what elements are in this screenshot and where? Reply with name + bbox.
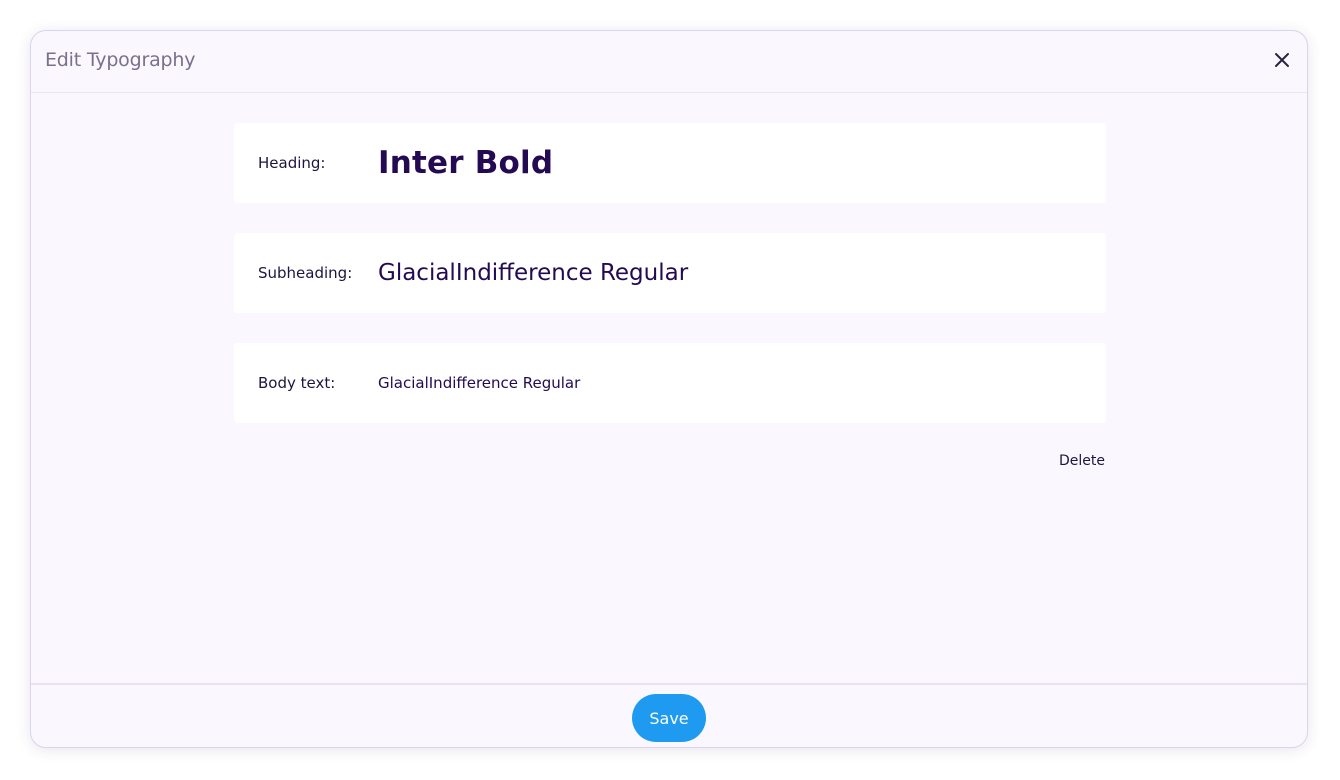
dialog-title: Edit Typography	[45, 49, 196, 71]
close-button[interactable]	[1269, 47, 1295, 73]
subheading-font-value: GlacialIndifference Regular	[378, 260, 689, 286]
heading-label: Heading:	[258, 154, 326, 172]
dialog-footer: Save	[31, 683, 1307, 747]
delete-button[interactable]: Delete	[1059, 453, 1105, 469]
close-icon	[1274, 52, 1290, 68]
heading-font-value: Inter Bold	[378, 145, 554, 181]
subheading-label: Subheading:	[258, 264, 353, 282]
save-button[interactable]: Save	[632, 694, 706, 742]
dialog-header: Edit Typography	[31, 31, 1307, 93]
dialog-body: Heading: Inter Bold Subheading: GlacialI…	[31, 93, 1307, 685]
heading-font-row[interactable]: Heading: Inter Bold	[234, 123, 1106, 203]
body-text-font-value: GlacialIndifference Regular	[378, 374, 581, 392]
body-text-label: Body text:	[258, 374, 336, 392]
body-text-font-row[interactable]: Body text: GlacialIndifference Regular	[234, 343, 1106, 423]
edit-typography-dialog: Edit Typography Heading: Inter Bold Subh…	[30, 30, 1308, 748]
subheading-font-row[interactable]: Subheading: GlacialIndifference Regular	[234, 233, 1106, 313]
